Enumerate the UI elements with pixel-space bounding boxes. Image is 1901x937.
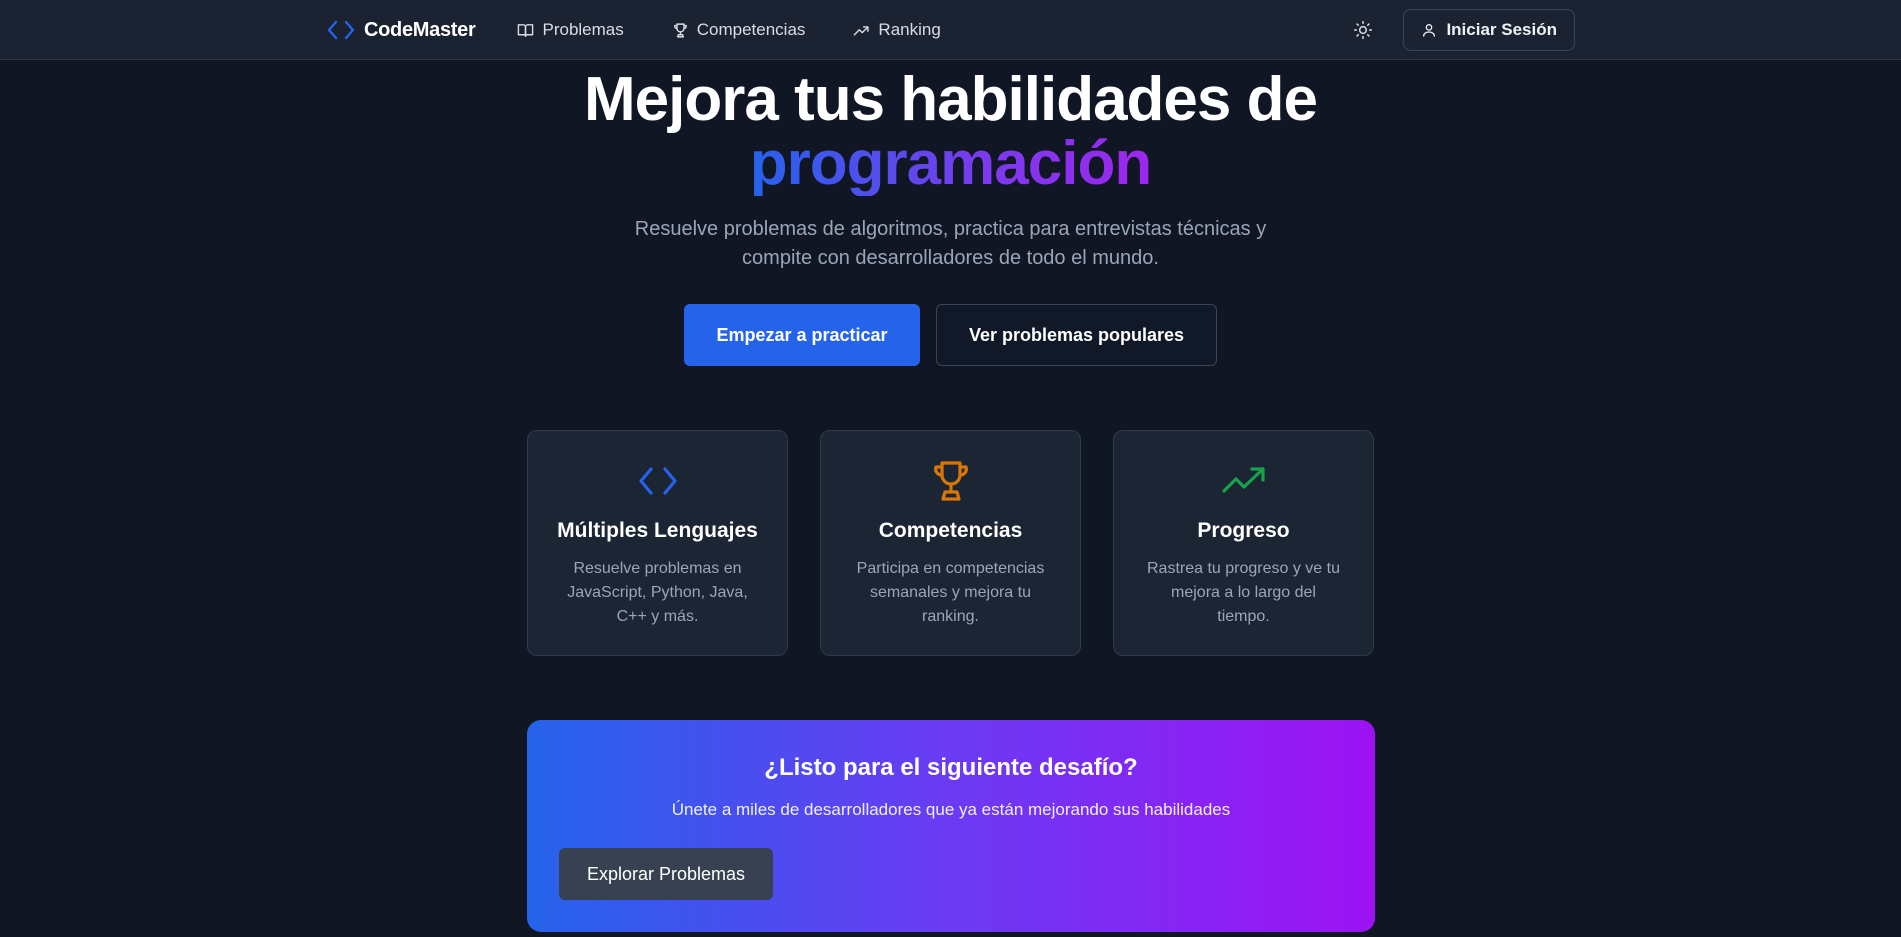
nav-links: Problemas Competencias Ranking (517, 20, 941, 40)
user-icon (1423, 24, 1436, 37)
nav-link-label: Competencias (696, 20, 806, 39)
cta-banner: ¿Listo para el siguiente desafío? Únete … (527, 720, 1375, 932)
feature-title: Múltiples Lenguajes (557, 519, 758, 542)
trending-up-icon (1221, 467, 1265, 493)
nav-link-label: Problemas (542, 20, 624, 39)
banner-title: ¿Listo para el siguiente desafío? (764, 754, 1138, 781)
book-icon (518, 23, 534, 37)
explore-problems-button[interactable]: Explorar Problemas (559, 848, 773, 900)
feature-card-competitions: Competencias Participa en competencias s… (820, 430, 1081, 656)
start-practicing-button[interactable]: Empezar a practicar (684, 304, 920, 366)
hero-title-accent: programación (749, 129, 1152, 198)
feature-title: Progreso (1197, 519, 1290, 542)
trophy-icon (673, 22, 687, 38)
nav-link-competencias[interactable]: Competencias (672, 20, 806, 40)
brand-name: CodeMaster (364, 18, 476, 41)
feature-description: Resuelve problemas en JavaScript, Python… (567, 560, 748, 625)
nav-right: Iniciar Sesión (1347, 9, 1575, 51)
banner-subtitle: Únete a miles de desarrolladores que ya … (671, 800, 1231, 819)
hero-title: Mejora tus habilidades de programación (0, 68, 1901, 196)
trending-up-icon (854, 25, 870, 35)
hero-title-line1: Mejora tus habilidades de (584, 65, 1318, 134)
login-button-label: Iniciar Sesión (1446, 20, 1557, 39)
trophy-icon (933, 461, 968, 501)
navbar-inner: CodeMaster Problemas Competencias Rankin… (326, 0, 1575, 60)
feature-description: Rastrea tu progreso y ve tu mejora a lo … (1147, 560, 1340, 625)
feature-description: Participa en competencias semanales y me… (856, 560, 1045, 625)
popular-problems-button[interactable]: Ver problemas populares (936, 304, 1217, 366)
code-icon (638, 467, 677, 495)
sun-icon (1354, 20, 1373, 40)
features-section: Múltiples Lenguajes Resuelve problemas e… (527, 430, 1374, 656)
navbar: CodeMaster Problemas Competencias Rankin… (0, 0, 1901, 60)
theme-toggle-button[interactable] (1347, 14, 1379, 46)
nav-link-label: Ranking (878, 20, 941, 39)
login-button[interactable]: Iniciar Sesión (1403, 9, 1575, 51)
hero-cta-row: Empezar a practicar Ver problemas popula… (684, 304, 1217, 366)
code-icon (327, 20, 355, 40)
feature-card-progress: Progreso Rastrea tu progreso y ve tu mej… (1113, 430, 1374, 656)
nav-link-ranking[interactable]: Ranking (853, 20, 941, 40)
nav-link-problemas[interactable]: Problemas (517, 20, 624, 40)
feature-title: Competencias (878, 519, 1023, 542)
brand-logo[interactable]: CodeMaster (326, 18, 476, 42)
hero-subtitle: Resuelve problemas de algoritmos, practi… (634, 218, 1267, 269)
feature-card-languages: Múltiples Lenguajes Resuelve problemas e… (527, 430, 788, 656)
